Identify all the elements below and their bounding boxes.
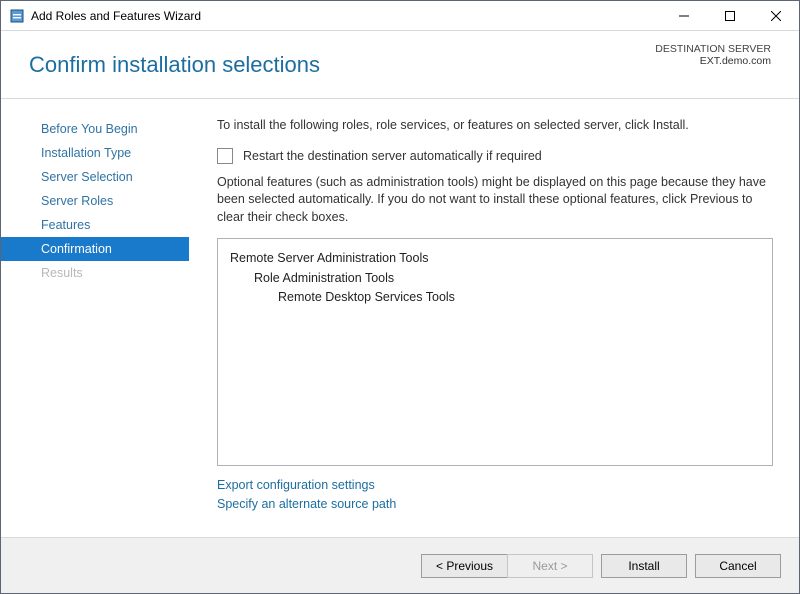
destination-label: DESTINATION SERVER — [655, 43, 771, 55]
alternate-source-link[interactable]: Specify an alternate source path — [217, 495, 773, 514]
window-controls — [661, 1, 799, 31]
cancel-button[interactable]: Cancel — [695, 554, 781, 578]
selected-features-box: Remote Server Administration Tools Role … — [217, 238, 773, 466]
restart-checkbox[interactable] — [217, 148, 233, 164]
nav-server-selection[interactable]: Server Selection — [1, 165, 189, 189]
export-settings-link[interactable]: Export configuration settings — [217, 476, 773, 495]
optional-features-text: Optional features (such as administratio… — [217, 174, 773, 227]
instruction-text: To install the following roles, role ser… — [217, 117, 773, 134]
banner: Confirm installation selections DESTINAT… — [1, 31, 799, 99]
links-block: Export configuration settings Specify an… — [217, 476, 773, 514]
install-button[interactable]: Install — [601, 554, 687, 578]
nav-results: Results — [1, 261, 189, 285]
nav-confirmation[interactable]: Confirmation — [1, 237, 189, 261]
next-button: Next > — [507, 554, 593, 578]
close-button[interactable] — [753, 1, 799, 31]
nav-button-group: < Previous Next > — [421, 554, 593, 578]
destination-block: DESTINATION SERVER EXT.demo.com — [655, 43, 771, 67]
restart-checkbox-row: Restart the destination server automatic… — [217, 148, 773, 164]
main-panel: To install the following roles, role ser… — [189, 99, 799, 537]
restart-checkbox-label: Restart the destination server automatic… — [243, 149, 542, 163]
page-title: Confirm installation selections — [29, 52, 320, 78]
minimize-button[interactable] — [661, 1, 707, 31]
nav-features[interactable]: Features — [1, 213, 189, 237]
feature-item: Remote Desktop Services Tools — [230, 288, 760, 307]
footer: < Previous Next > Install Cancel — [1, 537, 799, 593]
window-title: Add Roles and Features Wizard — [31, 9, 201, 23]
previous-button[interactable]: < Previous — [421, 554, 507, 578]
destination-server: EXT.demo.com — [655, 55, 771, 67]
nav-installation-type[interactable]: Installation Type — [1, 141, 189, 165]
feature-item: Role Administration Tools — [230, 269, 760, 288]
nav-server-roles[interactable]: Server Roles — [1, 189, 189, 213]
feature-item: Remote Server Administration Tools — [230, 249, 760, 268]
titlebar: Add Roles and Features Wizard — [1, 1, 799, 31]
maximize-button[interactable] — [707, 1, 753, 31]
wizard-icon — [9, 8, 25, 24]
wizard-nav: Before You Begin Installation Type Serve… — [1, 99, 189, 537]
content-area: Before You Begin Installation Type Serve… — [1, 99, 799, 537]
nav-before-you-begin[interactable]: Before You Begin — [1, 117, 189, 141]
